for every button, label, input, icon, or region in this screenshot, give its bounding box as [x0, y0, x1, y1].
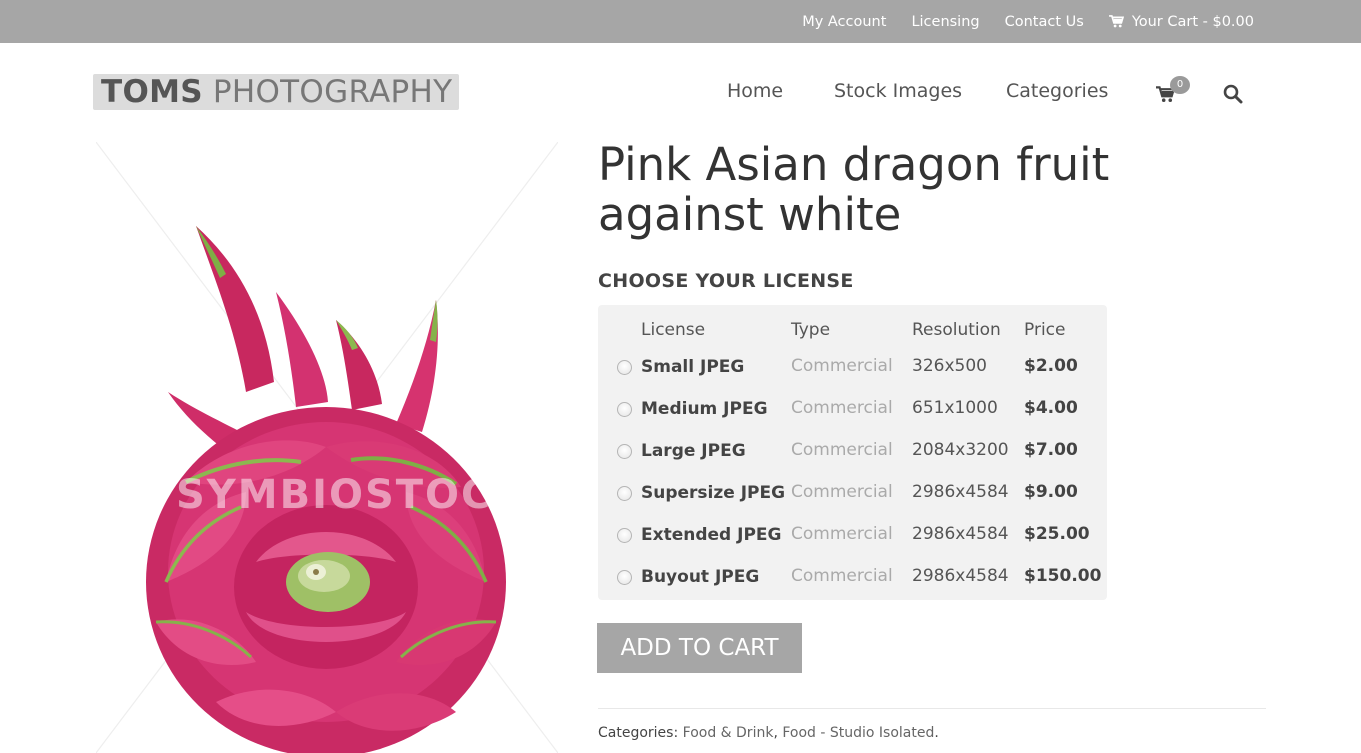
- license-name: Buyout JPEG: [641, 567, 760, 587]
- product-photo[interactable]: SYMBIOSTOCK: [96, 142, 558, 753]
- add-to-cart-button[interactable]: ADD TO CART: [597, 623, 802, 673]
- header-resolution: Resolution: [912, 320, 1001, 340]
- license-radio-small-jpeg[interactable]: [617, 360, 632, 375]
- license-price: $2.00: [1024, 356, 1078, 376]
- license-row[interactable]: Extended JPEG Commercial 2986x4584 $25.0…: [598, 521, 1107, 563]
- nav-stock-images[interactable]: Stock Images: [834, 80, 962, 102]
- search-icon: [1223, 84, 1243, 104]
- license-name: Extended JPEG: [641, 525, 782, 545]
- top-utility-links: My Account Licensing Contact Us Your Car…: [802, 0, 1254, 43]
- license-resolution: 2986x4584: [912, 566, 1009, 586]
- license-price: $150.00: [1024, 566, 1102, 586]
- license-name: Medium JPEG: [641, 399, 768, 419]
- license-price: $9.00: [1024, 482, 1078, 502]
- product-categories: Categories: Food & Drink, Food - Studio …: [598, 725, 939, 741]
- license-price: $4.00: [1024, 398, 1078, 418]
- logo-light-text: PHOTOGRAPHY: [212, 74, 453, 110]
- dragon-fruit-image: [96, 142, 558, 753]
- logo-bold-text: TOMS: [101, 74, 203, 110]
- my-account-link[interactable]: My Account: [802, 14, 886, 30]
- categories-label: Categories:: [598, 725, 679, 741]
- license-resolution: 2986x4584: [912, 524, 1009, 544]
- nav-search-button[interactable]: [1223, 84, 1243, 104]
- site-logo[interactable]: TOMS PHOTOGRAPHY: [93, 74, 459, 110]
- nav-home[interactable]: Home: [727, 80, 783, 102]
- image-watermark: SYMBIOSTOCK: [176, 472, 526, 518]
- nav-cart-button[interactable]: 0: [1156, 76, 1190, 108]
- license-row[interactable]: Large JPEG Commercial 2084x3200 $7.00: [598, 437, 1107, 479]
- license-resolution: 2084x3200: [912, 440, 1009, 460]
- category-link-food-drink[interactable]: Food & Drink: [683, 725, 774, 741]
- top-utility-bar: My Account Licensing Contact Us Your Car…: [0, 0, 1361, 43]
- license-type: Commercial: [791, 482, 893, 502]
- license-name: Supersize JPEG: [641, 483, 786, 503]
- license-row[interactable]: Medium JPEG Commercial 651x1000 $4.00: [598, 395, 1107, 437]
- section-divider: [598, 708, 1266, 709]
- license-type: Commercial: [791, 398, 893, 418]
- license-row[interactable]: Buyout JPEG Commercial 2986x4584 $150.00: [598, 563, 1107, 605]
- license-radio-extended-jpeg[interactable]: [617, 528, 632, 543]
- license-resolution: 326x500: [912, 356, 987, 376]
- license-row[interactable]: Small JPEG Commercial 326x500 $2.00: [598, 353, 1107, 395]
- license-row[interactable]: Supersize JPEG Commercial 2986x4584 $9.0…: [598, 479, 1107, 521]
- license-name: Large JPEG: [641, 441, 746, 461]
- license-resolution: 651x1000: [912, 398, 998, 418]
- product-title: Pink Asian dragon fruit against white: [598, 138, 1110, 241]
- license-type: Commercial: [791, 440, 893, 460]
- license-type: Commercial: [791, 566, 893, 586]
- your-cart-label: Your Cart - $0.00: [1131, 13, 1254, 30]
- license-price: $25.00: [1024, 524, 1090, 544]
- license-radio-medium-jpeg[interactable]: [617, 402, 632, 417]
- contact-us-link[interactable]: Contact Us: [1005, 14, 1084, 30]
- license-radio-large-jpeg[interactable]: [617, 444, 632, 459]
- header-type: Type: [791, 320, 831, 340]
- category-separator: ,: [773, 725, 783, 741]
- license-table: License Type Resolution Price Small JPEG…: [598, 305, 1107, 600]
- license-radio-supersize-jpeg[interactable]: [617, 486, 632, 501]
- header-price: Price: [1024, 320, 1066, 340]
- licensing-link[interactable]: Licensing: [911, 14, 979, 30]
- cart-icon: [1108, 15, 1124, 28]
- your-cart-link[interactable]: Your Cart - $0.00: [1108, 13, 1254, 30]
- choose-license-heading: CHOOSE YOUR LICENSE: [598, 270, 854, 292]
- license-price: $7.00: [1024, 440, 1078, 460]
- nav-categories[interactable]: Categories: [1006, 80, 1108, 102]
- header-license: License: [641, 320, 706, 340]
- license-name: Small JPEG: [641, 357, 745, 377]
- license-type: Commercial: [791, 524, 893, 544]
- category-link-food-studio-isolated[interactable]: Food - Studio Isolated: [782, 725, 934, 741]
- license-radio-buyout-jpeg[interactable]: [617, 570, 632, 585]
- license-resolution: 2986x4584: [912, 482, 1009, 502]
- category-end: .: [934, 725, 939, 741]
- license-type: Commercial: [791, 356, 893, 376]
- cart-count-badge: 0: [1170, 76, 1190, 94]
